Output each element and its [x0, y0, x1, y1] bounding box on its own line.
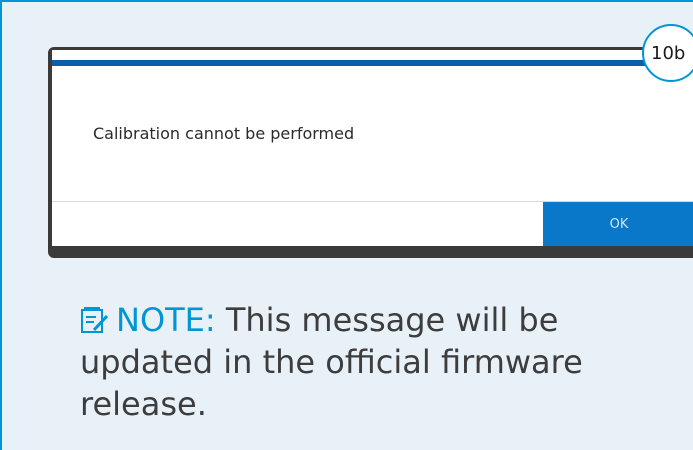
dialog-message: Calibration cannot be performed [93, 124, 355, 143]
dialog-screen: Calibration cannot be performed OK [52, 50, 693, 246]
dialog-button-row: OK [52, 201, 693, 246]
note-label: NOTE: [116, 301, 216, 339]
callout-badge: 10b [642, 24, 693, 82]
dialog-top-bar [52, 60, 693, 66]
note-paragraph: NOTE: This message will be updated in th… [80, 299, 680, 425]
dialog-empty-button-area [52, 202, 543, 246]
ok-button[interactable]: OK [543, 202, 693, 246]
figure-panel: Calibration cannot be performed OK 10b N… [0, 0, 693, 450]
